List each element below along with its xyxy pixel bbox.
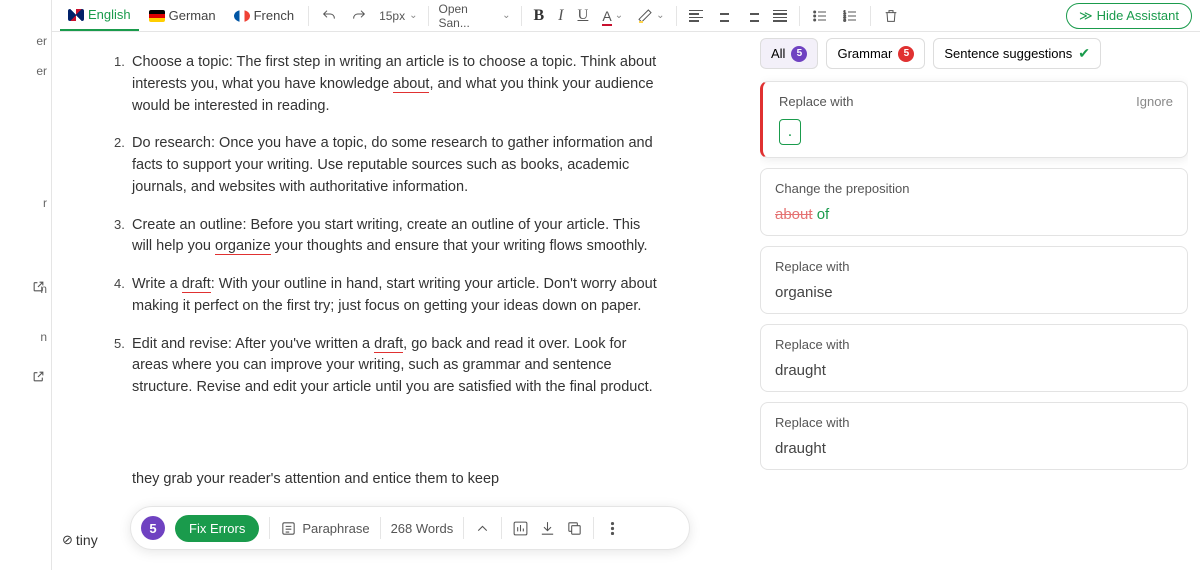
chevron-down-icon: ⌄: [409, 10, 417, 21]
text-color-button[interactable]: A⌄: [596, 6, 629, 26]
lang-french[interactable]: French: [226, 0, 302, 31]
suggestion-card[interactable]: Replace with draught: [760, 324, 1188, 392]
list-item[interactable]: Create an outline: Before you start writ…: [132, 215, 662, 259]
expand-up-button[interactable]: [474, 520, 491, 537]
editor-toolbar: English German French 15px⌄ Open San...⌄…: [52, 0, 1200, 32]
more-vertical-icon: [604, 520, 621, 537]
suggestion-value[interactable]: .: [779, 119, 801, 145]
delete-button[interactable]: [877, 6, 905, 26]
list-item[interactable]: Write a draft: With your outline in hand…: [132, 274, 662, 318]
download-icon: [539, 520, 556, 537]
svg-text:3: 3: [844, 17, 847, 22]
left-sidebar-fragment: er er r n n: [0, 0, 52, 570]
chevron-down-icon: ⌄: [615, 10, 623, 21]
tab-grammar[interactable]: Grammar5: [826, 38, 925, 69]
chevron-up-icon: [474, 520, 491, 537]
fr-flag-icon: [234, 10, 250, 22]
tab-all[interactable]: All5: [760, 38, 818, 69]
replacement-text: of: [817, 206, 830, 223]
hide-assistant-button[interactable]: ≫ Hide Assistant: [1066, 3, 1192, 29]
trailing-text[interactable]: they grab your reader's attention and en…: [132, 469, 662, 491]
font-family-select[interactable]: Open San...⌄: [435, 0, 515, 32]
error-count-badge[interactable]: 5: [141, 516, 165, 540]
numbered-list-button[interactable]: 123: [836, 6, 864, 26]
list-item[interactable]: Do research: Once you have a topic, do s…: [132, 133, 662, 198]
grammar-error[interactable]: organize: [215, 238, 271, 255]
copy-icon: [566, 520, 583, 537]
font-size-select[interactable]: 15px⌄: [375, 7, 421, 25]
replacement-text: organise: [775, 284, 1173, 301]
align-justify-button[interactable]: [767, 8, 793, 24]
strike-text: about: [775, 206, 813, 223]
word-count[interactable]: 268 Words: [391, 521, 454, 536]
bold-button[interactable]: B: [528, 5, 551, 27]
lang-german[interactable]: German: [141, 0, 224, 31]
highlight-button[interactable]: ⌄: [631, 6, 670, 26]
toolbar-divider: [308, 6, 309, 26]
stats-button[interactable]: [512, 520, 529, 537]
more-menu-button[interactable]: [604, 520, 621, 537]
list-item[interactable]: Choose a topic: The first step in writin…: [132, 52, 662, 117]
uk-flag-icon: [68, 9, 84, 21]
align-left-button[interactable]: [683, 8, 709, 24]
undo-button[interactable]: [315, 6, 343, 26]
download-button[interactable]: [539, 520, 556, 537]
fix-errors-button[interactable]: Fix Errors: [175, 515, 259, 542]
count-badge: 5: [898, 46, 914, 62]
underline-button[interactable]: U: [572, 5, 595, 26]
chevron-right-double-icon: ≫: [1079, 8, 1093, 24]
replacement-text: draught: [775, 362, 1173, 379]
external-link-icon: [32, 370, 45, 383]
ignore-button[interactable]: Ignore: [1136, 94, 1173, 109]
redo-button[interactable]: [345, 6, 373, 26]
lang-english[interactable]: English: [60, 0, 139, 31]
italic-button[interactable]: I: [552, 5, 569, 27]
assistant-tabs: All5 Grammar5 Sentence suggestions✔: [760, 38, 1188, 69]
de-flag-icon: [149, 10, 165, 22]
tiny-logo: tiny: [62, 532, 98, 548]
bullet-list-button[interactable]: [806, 6, 834, 26]
copy-button[interactable]: [566, 520, 583, 537]
paraphrase-button[interactable]: Paraphrase: [280, 520, 369, 537]
chevron-down-icon: ⌄: [656, 10, 664, 21]
count-badge: 5: [791, 46, 807, 62]
card-title: Replace with: [779, 94, 853, 109]
status-floatbar: 5 Fix Errors Paraphrase 268 Words: [130, 506, 690, 550]
replacement-text: draught: [775, 440, 1173, 457]
align-right-button[interactable]: [739, 8, 765, 24]
paraphrase-icon: [280, 520, 297, 537]
external-link-icon: [32, 280, 45, 293]
assistant-panel: All5 Grammar5 Sentence suggestions✔ Repl…: [760, 38, 1188, 570]
editor-content[interactable]: Choose a topic: The first step in writin…: [52, 32, 702, 570]
suggestion-card[interactable]: Replace with draught: [760, 402, 1188, 470]
list-item[interactable]: Edit and revise: After you've written a …: [132, 334, 662, 399]
suggestion-card[interactable]: Change the preposition about of: [760, 168, 1188, 236]
suggestion-card-active[interactable]: Replace with Ignore .: [760, 81, 1188, 158]
suggestion-card[interactable]: Replace with organise: [760, 246, 1188, 314]
grammar-error[interactable]: about: [393, 76, 429, 93]
grammar-error[interactable]: draft: [182, 276, 211, 293]
grammar-error[interactable]: draft: [374, 336, 403, 353]
chevron-down-icon: ⌄: [502, 10, 510, 21]
check-icon: ✔: [1078, 45, 1090, 62]
align-center-button[interactable]: [711, 8, 737, 24]
chart-icon: [512, 520, 529, 537]
tab-sentence[interactable]: Sentence suggestions✔: [933, 38, 1101, 69]
